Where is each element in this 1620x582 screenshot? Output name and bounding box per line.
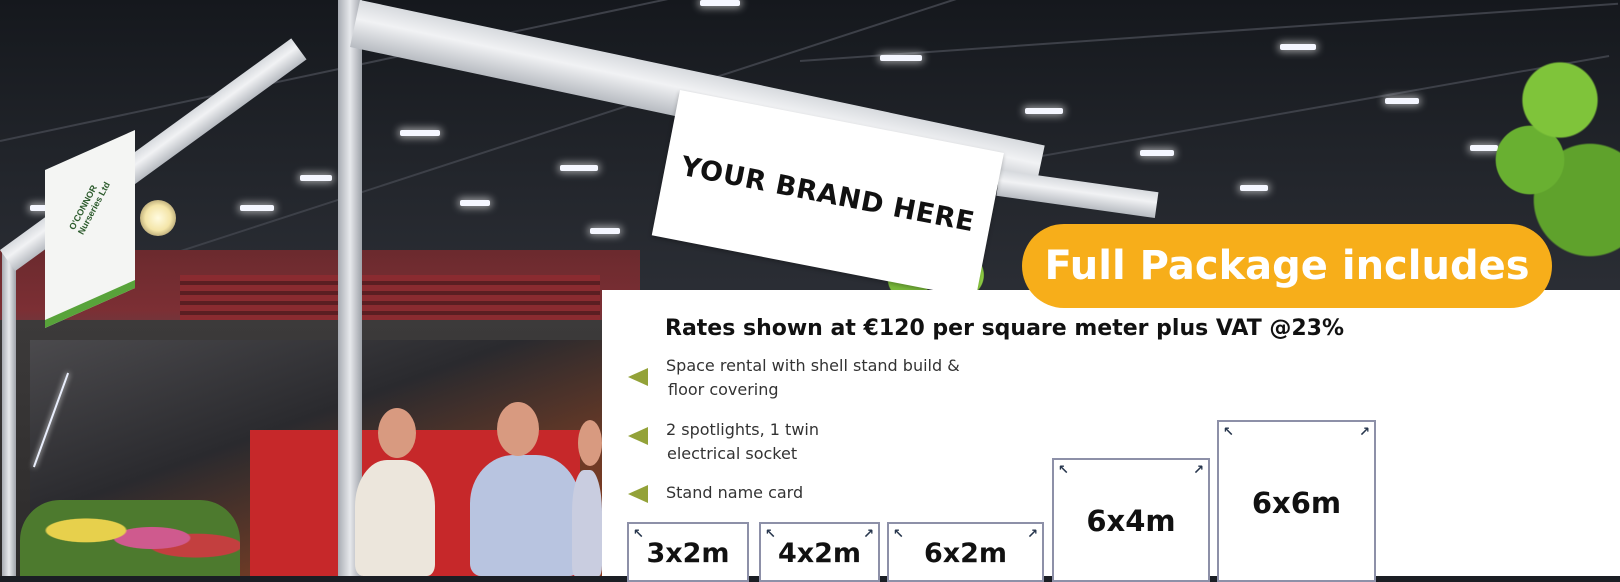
person	[470, 455, 580, 576]
feature-item: Space rental with shell stand build & fl…	[666, 354, 960, 402]
ceiling-light	[1140, 150, 1174, 156]
feature-item: Stand name card	[666, 481, 803, 505]
stand-size-6x6: ↖ ↗ 6x6m	[1217, 420, 1376, 582]
person	[572, 470, 602, 576]
person-head	[578, 420, 602, 466]
expand-nw-icon: ↖	[1058, 463, 1069, 478]
bullet-arrow-icon	[628, 485, 648, 503]
feature-item: 2 spotlights, 1 twin electrical socket	[666, 418, 819, 466]
expand-ne-icon: ↗	[1359, 425, 1370, 440]
expand-ne-icon: ↗	[1193, 463, 1204, 478]
stand-size-label: 3x2m	[646, 538, 730, 569]
ceiling-light	[700, 0, 740, 6]
bullet-arrow-icon	[628, 368, 648, 386]
person	[355, 460, 435, 576]
ceiling-light	[240, 205, 274, 211]
ceiling-light	[560, 165, 598, 171]
stand-size-4x2: ↖ ↗ 4x2m	[759, 522, 880, 582]
flower-display	[20, 500, 240, 576]
stand-size-6x4: ↖ ↗ 6x4m	[1052, 458, 1210, 582]
expand-nw-icon: ↖	[1223, 425, 1234, 440]
stand-size-label: 6x2m	[923, 538, 1008, 569]
package-banner: Full Package includes	[1022, 224, 1552, 308]
ceiling-light	[1280, 44, 1316, 50]
stand-size-3x2: ↖ 3x2m	[627, 522, 749, 582]
feature-line: floor covering	[668, 380, 779, 399]
feature-line: Space rental with shell stand build &	[666, 356, 960, 375]
bullet-arrow-icon	[628, 427, 648, 445]
stand-size-label: 6x6m	[1251, 486, 1342, 520]
ceiling-light	[1240, 185, 1268, 191]
stand-size-label: 6x4m	[1086, 504, 1176, 538]
person-head	[497, 402, 539, 456]
spotlight	[140, 200, 176, 236]
stand-size-label: 4x2m	[777, 538, 862, 569]
feature-line: Stand name card	[666, 483, 804, 502]
person-head	[378, 408, 416, 458]
feature-line: electrical socket	[667, 444, 798, 463]
frame-post	[2, 250, 16, 576]
ceiling-light	[1385, 98, 1419, 104]
ceiling-light	[880, 55, 922, 61]
package-banner-text: Full Package includes	[1044, 243, 1530, 289]
ceiling-light	[400, 130, 440, 136]
ceiling-light	[590, 228, 620, 234]
ceiling-light	[1025, 108, 1063, 114]
feature-line: 2 spotlights, 1 twin	[666, 420, 819, 439]
ceiling-light	[300, 175, 332, 181]
stand-size-6x2: ↖ ↗ 6x2m	[887, 522, 1044, 582]
rates-text: Rates shown at €120 per square meter plu…	[665, 316, 1345, 341]
brand-sign-text: YOUR BRAND HERE	[678, 150, 978, 238]
ceiling-light	[460, 200, 490, 206]
